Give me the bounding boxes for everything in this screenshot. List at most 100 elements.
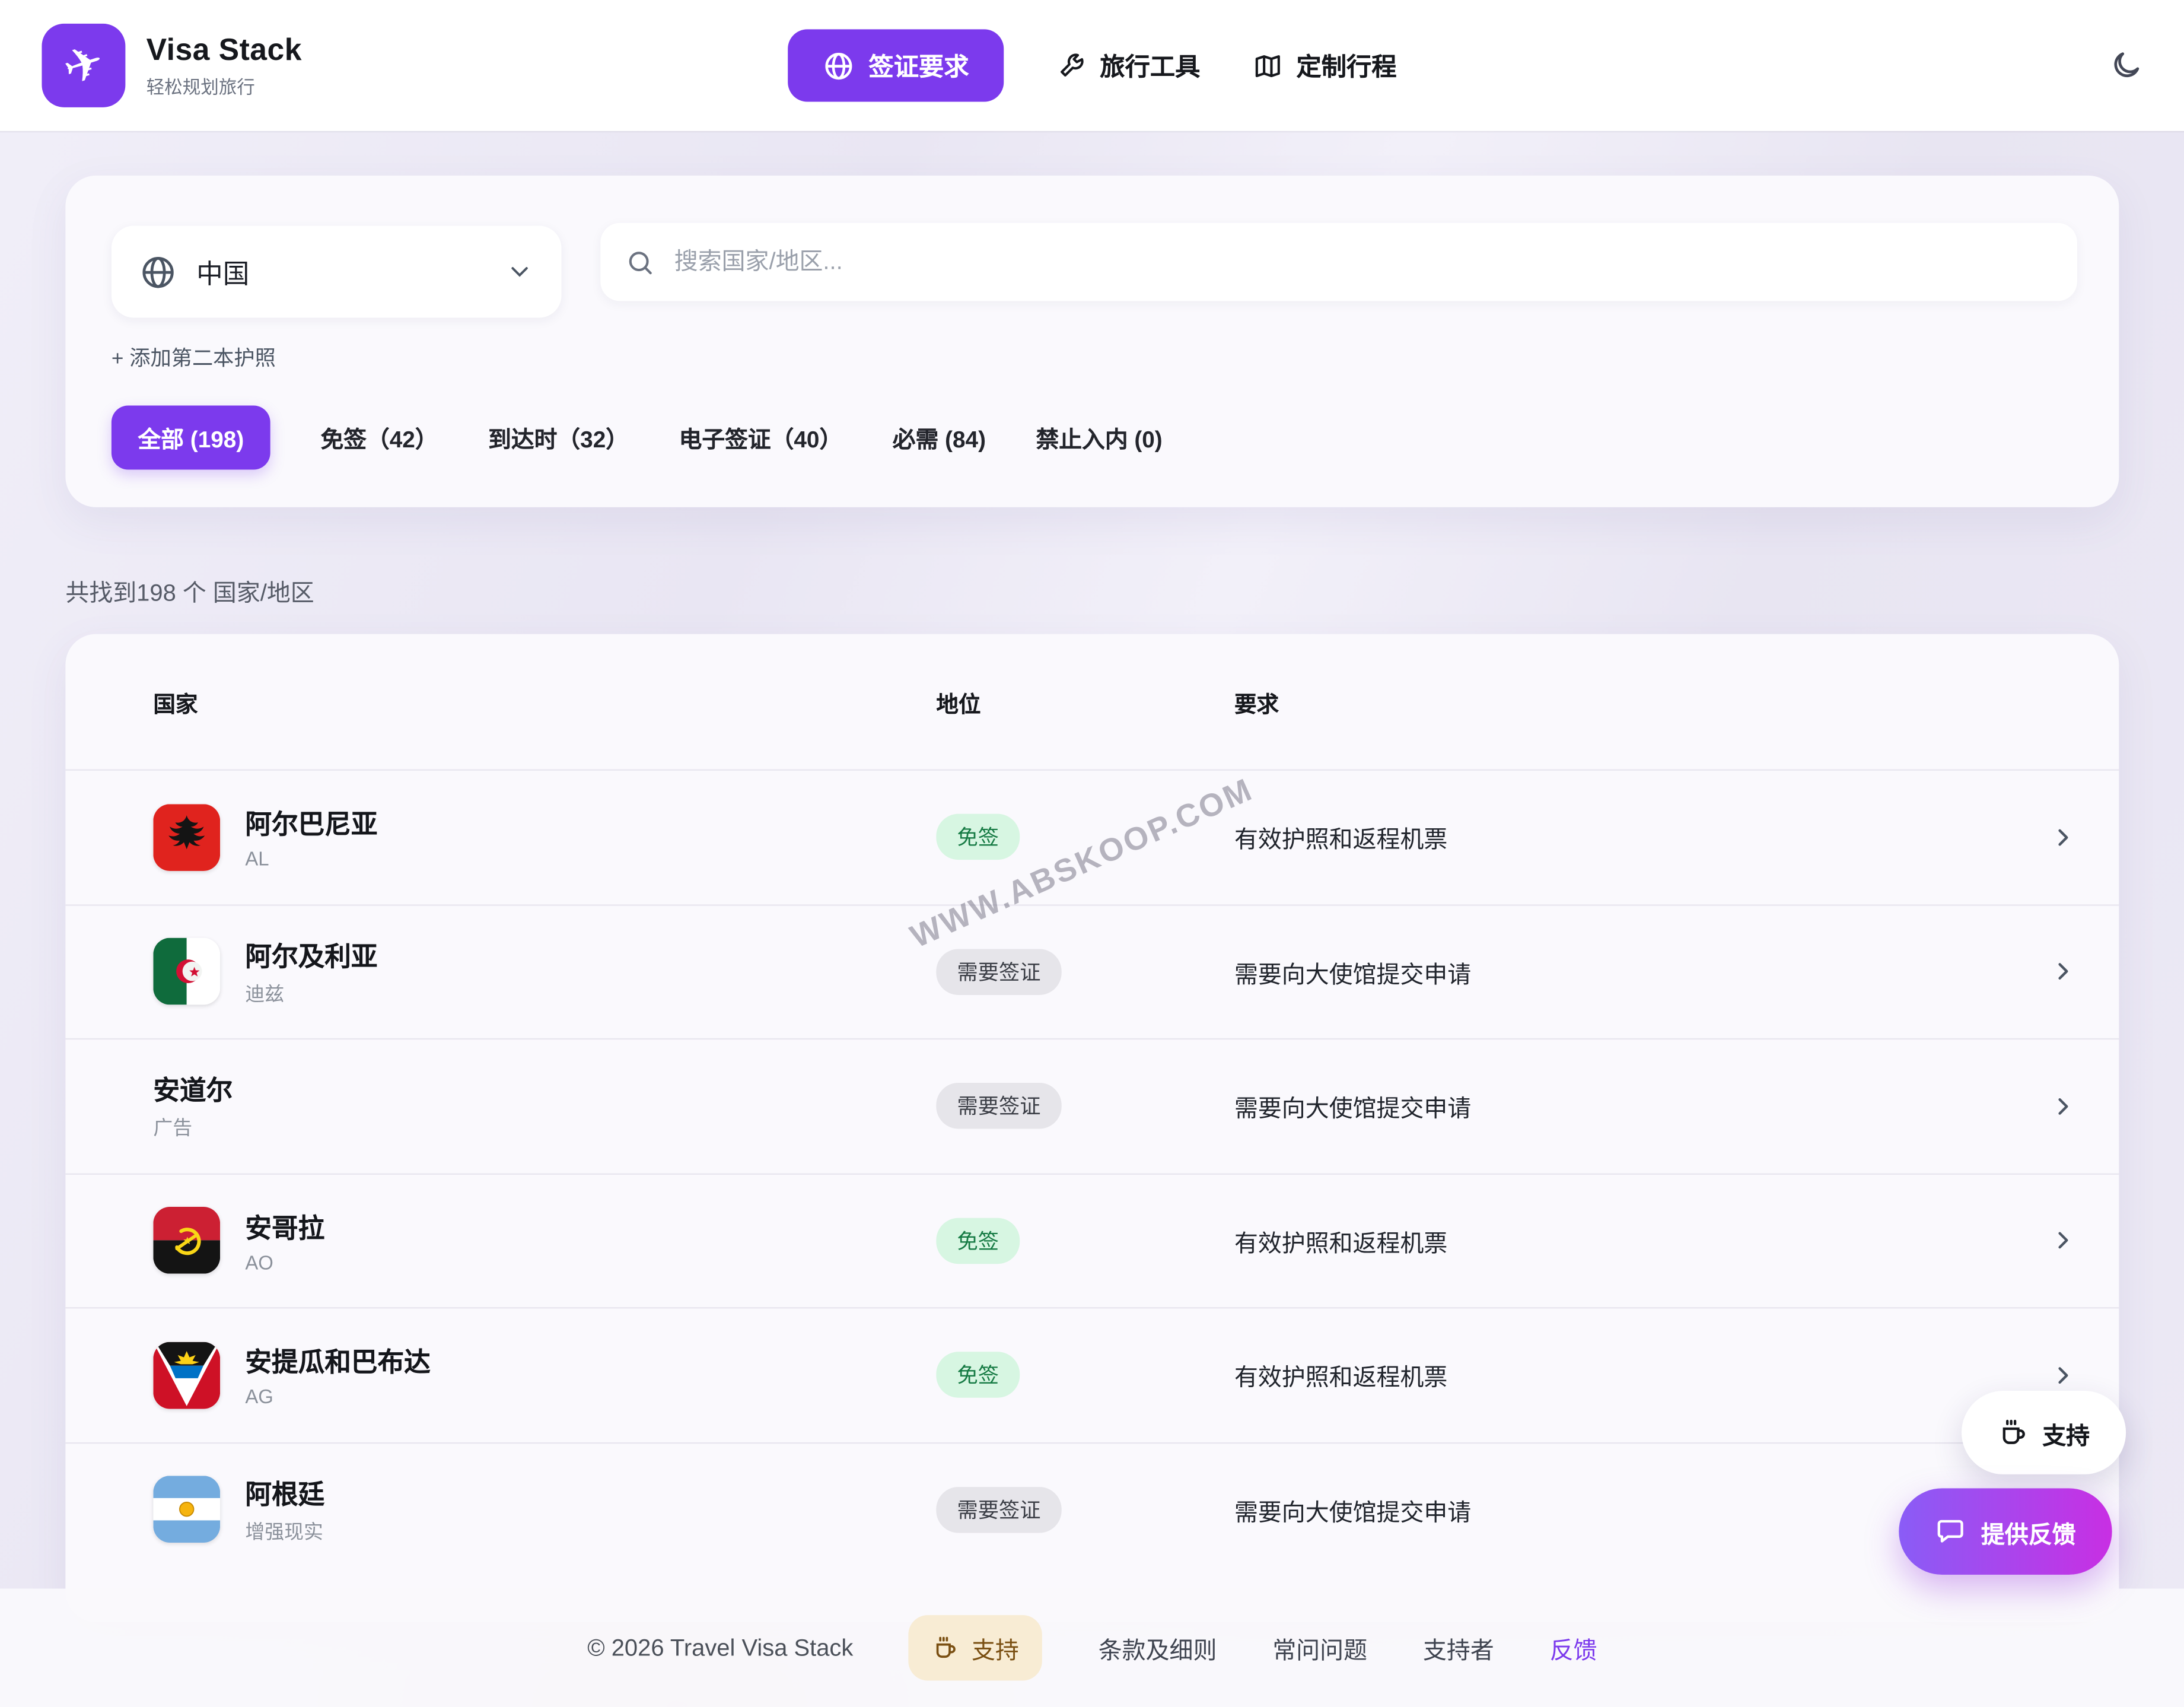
tab-on-arrival[interactable]: 到达时（32）	[488, 421, 629, 454]
main-nav: 签证要求 旅行工具 定制行程	[788, 29, 1396, 101]
footer-link-supporters[interactable]: 支持者	[1423, 1630, 1494, 1665]
table-row[interactable]: 安提瓜和巴布达 AG 免签 有效护照和返程机票	[65, 1307, 2119, 1442]
requirement-text: 有效护照和返程机票	[1234, 1358, 2021, 1393]
chevron-right-icon	[2021, 823, 2077, 851]
wrench-icon	[1056, 51, 1085, 80]
albania-flag-icon	[153, 804, 220, 871]
country-name: 安提瓜和巴布达	[245, 1342, 430, 1379]
requirement-text: 需要向大使馆提交申请	[1234, 954, 2021, 989]
footer-support-label: 支持	[972, 1630, 1019, 1665]
chevron-right-icon	[2021, 958, 2077, 986]
country-cell: 阿尔巴尼亚 AL	[153, 804, 936, 871]
nav-item-travel-tools[interactable]: 旅行工具	[1056, 47, 1200, 84]
footer-link-faq[interactable]: 常问问题	[1272, 1630, 1367, 1665]
chevron-right-icon	[2021, 1361, 2077, 1389]
support-floating-button[interactable]: 支持	[1962, 1391, 2126, 1474]
globe-icon	[139, 253, 177, 290]
coffee-icon	[932, 1635, 959, 1661]
requirement-text: 需要向大使馆提交申请	[1234, 1089, 2021, 1124]
nav-item-custom-itinerary[interactable]: 定制行程	[1253, 47, 1397, 84]
status-badge: 免签	[936, 1218, 1020, 1264]
passport-selected-value: 中国	[196, 253, 249, 290]
globe-icon	[823, 49, 855, 81]
footer: © 2026 Travel Visa Stack 支持 条款及细则 常问问题 支…	[0, 1589, 2184, 1707]
results-count: 共找到198 个 国家/地区	[65, 573, 314, 608]
search-input[interactable]	[671, 247, 2052, 278]
country-code: 广告	[153, 1114, 233, 1142]
top-header: ✈ Visa Stack 轻松规划旅行 签证要求 旅行工具 定制行程	[0, 0, 2184, 131]
column-header-country: 国家	[153, 685, 936, 718]
app-window: ✈ Visa Stack 轻松规划旅行 签证要求 旅行工具 定制行程	[0, 0, 2184, 1707]
country-cell: 安提瓜和巴布达 AG	[153, 1342, 936, 1409]
nav-label: 定制行程	[1296, 47, 1396, 84]
passport-select[interactable]: 中国	[112, 225, 562, 317]
nav-item-visa-requirements[interactable]: 签证要求	[788, 29, 1004, 101]
angola-flag-icon	[153, 1207, 220, 1274]
filter-card: 中国 + 添加第二本护照 全部 (198) 免签（42） 到达时（32） 电子签…	[65, 176, 2119, 507]
country-name: 阿根廷	[245, 1474, 324, 1511]
chevron-right-icon	[2021, 1092, 2077, 1120]
country-code: AG	[245, 1385, 430, 1408]
antigua-and-barbuda-flag-icon	[153, 1342, 220, 1409]
table-row[interactable]: 安哥拉 AO 免签 有效护照和返程机票	[65, 1172, 2119, 1307]
footer-link-terms[interactable]: 条款及细则	[1099, 1630, 1217, 1665]
feedback-floating-button[interactable]: 提供反馈	[1899, 1488, 2112, 1575]
requirement-text: 有效护照和返程机票	[1234, 1223, 2021, 1258]
country-name: 安道尔	[153, 1070, 233, 1108]
search-box	[600, 223, 2077, 301]
status-badge: 需要签证	[936, 949, 1061, 995]
country-name: 阿尔及利亚	[245, 936, 377, 974]
status-badge: 免签	[936, 814, 1020, 860]
table-row[interactable]: 阿尔及利亚 迪兹 需要签证 需要向大使馆提交申请	[65, 904, 2119, 1038]
status-cell: 需要签证	[936, 1083, 1234, 1130]
country-cell: 阿尔及利亚 迪兹	[153, 936, 936, 1007]
table-row[interactable]: 阿尔巴尼亚 AL 免签 有效护照和返程机票	[65, 769, 2119, 904]
country-code: AL	[245, 848, 377, 870]
chat-bubble-icon	[1935, 1516, 1966, 1547]
theme-toggle-button[interactable]	[2109, 49, 2142, 82]
nav-label: 旅行工具	[1100, 47, 1200, 84]
add-second-passport-link[interactable]: + 添加第二本护照	[112, 343, 276, 372]
tab-required[interactable]: 必需 (84)	[893, 421, 986, 454]
requirement-text: 有效护照和返程机票	[1234, 820, 2021, 855]
app-tagline: 轻松规划旅行	[147, 72, 302, 99]
footer-support-link[interactable]: 支持	[909, 1615, 1042, 1680]
country-name: 阿尔巴尼亚	[245, 805, 377, 842]
table-header-row: 国家 地位 要求	[65, 634, 2119, 770]
country-code: AO	[245, 1251, 324, 1274]
status-filter-tabs: 全部 (198) 免签（42） 到达时（32） 电子签证（40） 必需 (84)…	[112, 405, 1163, 469]
country-name: 安哥拉	[245, 1208, 324, 1245]
nav-label: 签证要求	[868, 47, 969, 84]
tab-evisa[interactable]: 电子签证（40）	[679, 421, 843, 454]
status-cell: 需要签证	[936, 1486, 1234, 1533]
algeria-flag-icon	[153, 938, 220, 1005]
country-cell: 阿根廷 增强现实	[153, 1474, 936, 1545]
coffee-icon	[1998, 1417, 2029, 1448]
table-row[interactable]: 阿根廷 增强现实 需要签证 需要向大使馆提交申请	[65, 1442, 2119, 1576]
chevron-down-icon	[506, 258, 534, 286]
tab-all[interactable]: 全部 (198)	[112, 405, 270, 469]
country-code: 增强现实	[245, 1517, 324, 1545]
map-icon	[1253, 51, 1282, 80]
support-label: 支持	[2042, 1415, 2090, 1450]
column-header-status: 地位	[936, 685, 1234, 718]
status-cell: 需要签证	[936, 949, 1234, 995]
table-row[interactable]: 安道尔 广告 需要签证 需要向大使馆提交申请	[65, 1038, 2119, 1173]
brand-block: Visa Stack 轻松规划旅行	[147, 32, 302, 99]
status-cell: 免签	[936, 1352, 1234, 1398]
tab-no-entry[interactable]: 禁止入内 (0)	[1036, 421, 1163, 454]
country-cell: 安道尔 广告	[153, 1070, 936, 1142]
argentina-flag-icon	[153, 1476, 220, 1543]
status-badge: 免签	[936, 1352, 1020, 1398]
copyright-text: © 2026 Travel Visa Stack	[587, 1634, 853, 1662]
chevron-right-icon	[2021, 1226, 2077, 1254]
status-badge: 需要签证	[936, 1083, 1061, 1130]
country-code: 迪兹	[245, 980, 377, 1007]
tab-visa-free[interactable]: 免签（42）	[320, 421, 438, 454]
footer-link-feedback[interactable]: 反馈	[1550, 1630, 1597, 1665]
app-logo: ✈	[42, 24, 125, 107]
page-background: 中国 + 添加第二本护照 全部 (198) 免签（42） 到达时（32） 电子签…	[0, 131, 2184, 1707]
table-body: 阿尔巴尼亚 AL 免签 有效护照和返程机票 阿尔及利亚 迪兹 需要签证 需要向大…	[65, 769, 2119, 1576]
feedback-label: 提供反馈	[1981, 1514, 2076, 1549]
status-cell: 免签	[936, 1218, 1234, 1264]
